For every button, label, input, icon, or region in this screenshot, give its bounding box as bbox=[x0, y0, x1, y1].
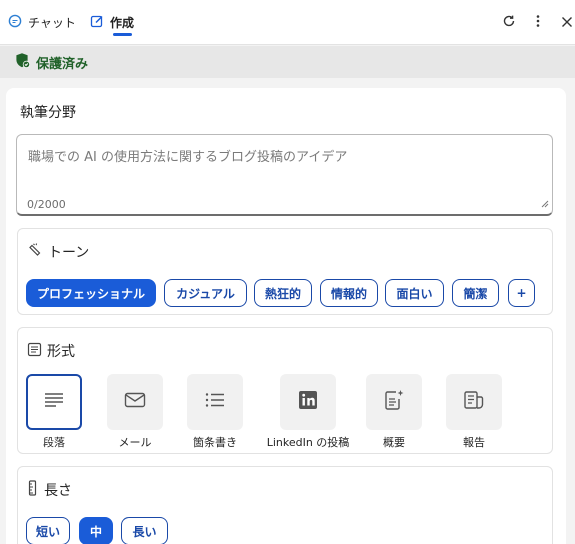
format-option-report[interactable]: 報告 bbox=[434, 374, 514, 450]
tone-icon bbox=[27, 242, 48, 262]
tone-label: トーン bbox=[48, 245, 90, 261]
tone-section: トーン プロフェッショナル カジュアル 熱狂的 情報的 面白い 簡潔 + bbox=[17, 228, 553, 315]
compose-icon bbox=[90, 14, 110, 31]
top-bar: チャット 作成 bbox=[0, 0, 575, 45]
resize-grip-icon[interactable] bbox=[541, 193, 549, 212]
length-option-short[interactable]: 短い bbox=[26, 517, 70, 544]
report-icon bbox=[463, 390, 485, 414]
topic-placeholder: 職場での AI の使用方法に関するブログ投稿のアイデア bbox=[28, 150, 348, 165]
more-icon bbox=[536, 13, 540, 32]
format-label: 形式 bbox=[47, 344, 75, 360]
format-section: 形式 段落 メール 箇条書き LinkedIn の投稿 概要 報告 bbox=[17, 327, 553, 454]
format-icon bbox=[27, 342, 47, 361]
topic-input[interactable]: 職場での AI の使用方法に関するブログ投稿のアイデア 0/2000 bbox=[16, 134, 553, 216]
tone-option-funny[interactable]: 面白い bbox=[385, 279, 444, 307]
tab-chat-label: チャット bbox=[28, 16, 76, 30]
tab-compose[interactable]: 作成 bbox=[90, 0, 134, 45]
compose-panel: 執筆分野 職場での AI の使用方法に関するブログ投稿のアイデア 0/2000 … bbox=[6, 88, 566, 544]
tone-option-concise[interactable]: 簡潔 bbox=[452, 279, 499, 307]
format-option-linkedin[interactable]: LinkedIn の投稿 bbox=[258, 374, 358, 450]
close-button[interactable] bbox=[556, 11, 575, 33]
ruler-icon bbox=[27, 480, 44, 500]
topic-label: 執筆分野 bbox=[20, 105, 76, 121]
mail-icon bbox=[124, 392, 146, 412]
shield-check-icon bbox=[14, 52, 31, 73]
bullet-list-icon bbox=[204, 392, 226, 412]
add-tone-button[interactable]: + bbox=[508, 279, 535, 307]
close-icon bbox=[561, 13, 573, 32]
tone-option-casual[interactable]: カジュアル bbox=[164, 279, 247, 307]
length-label: 長さ bbox=[44, 483, 72, 499]
format-option-email[interactable]: メール bbox=[95, 374, 175, 450]
refresh-icon bbox=[502, 13, 516, 32]
length-section: 長さ 短い 中 長い bbox=[17, 466, 553, 544]
tone-option-enthusiastic[interactable]: 熱狂的 bbox=[254, 279, 312, 307]
summary-icon bbox=[383, 389, 405, 415]
format-heading: 形式 bbox=[27, 341, 75, 361]
tab-compose-label: 作成 bbox=[110, 16, 135, 30]
format-option-paragraph[interactable]: 段落 bbox=[14, 374, 94, 450]
format-option-label: 概要 bbox=[383, 436, 405, 449]
format-option-label: LinkedIn の投稿 bbox=[266, 436, 350, 449]
format-option-bullets[interactable]: 箇条書き bbox=[175, 374, 255, 450]
more-options-button[interactable] bbox=[527, 11, 549, 33]
protection-label: 保護済み bbox=[36, 56, 89, 72]
format-option-label: 報告 bbox=[463, 436, 485, 449]
paragraph-icon bbox=[43, 392, 65, 412]
length-option-long[interactable]: 長い bbox=[121, 517, 168, 544]
length-option-medium[interactable]: 中 bbox=[79, 517, 113, 544]
format-option-summary[interactable]: 概要 bbox=[354, 374, 434, 450]
format-option-label: 箇条書き bbox=[193, 436, 237, 449]
tab-chat[interactable]: チャット bbox=[8, 0, 76, 45]
tone-option-professional[interactable]: プロフェッショナル bbox=[26, 279, 156, 307]
tone-option-informative[interactable]: 情報的 bbox=[320, 279, 378, 307]
active-tab-indicator bbox=[113, 33, 132, 36]
chat-icon bbox=[8, 14, 28, 31]
protection-banner: 保護済み bbox=[0, 46, 575, 78]
length-heading: 長さ bbox=[27, 480, 72, 500]
refresh-button[interactable] bbox=[498, 11, 520, 33]
tone-heading: トーン bbox=[27, 242, 89, 262]
character-counter: 0/2000 bbox=[27, 198, 66, 211]
linkedin-icon bbox=[298, 390, 318, 414]
format-option-label: 段落 bbox=[43, 436, 65, 449]
format-option-label: メール bbox=[118, 436, 152, 449]
